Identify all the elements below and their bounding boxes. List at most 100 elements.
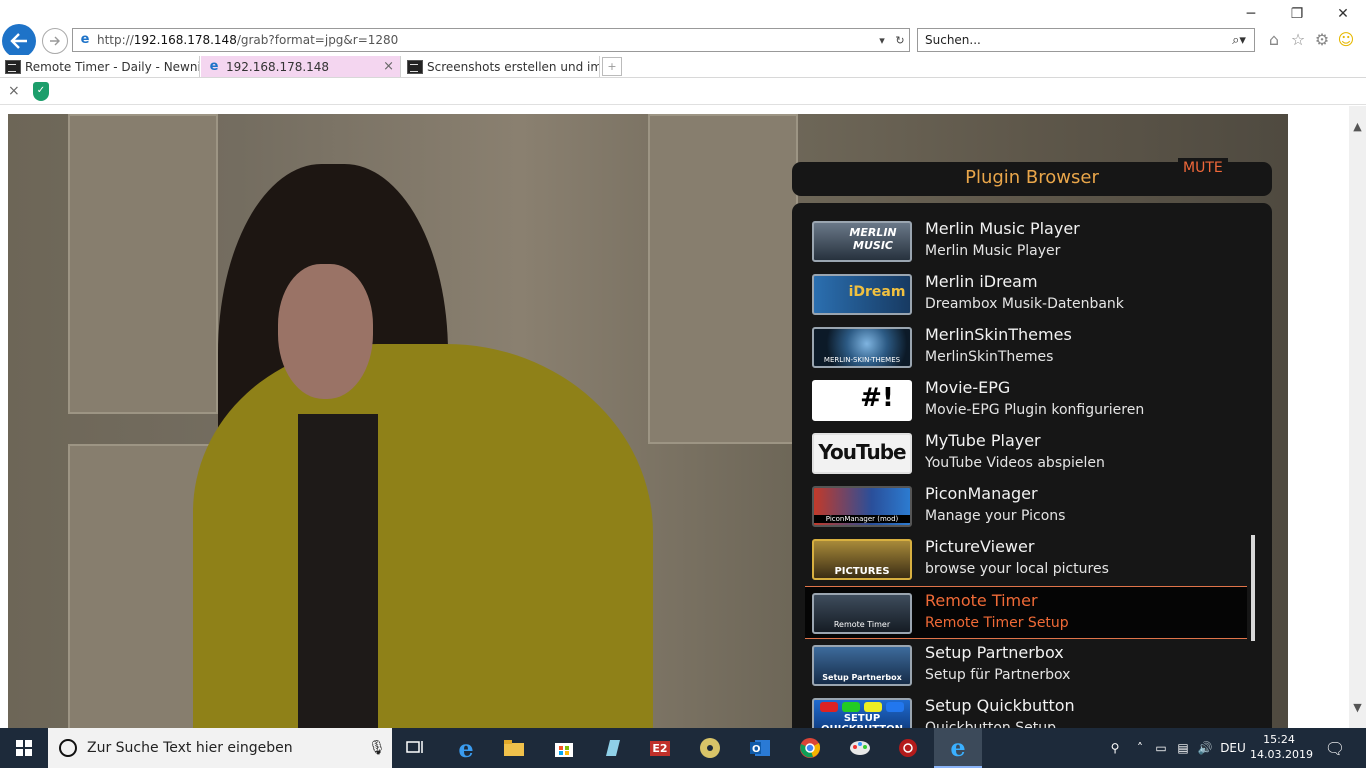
svg-text:O: O (752, 744, 761, 755)
edge-icon[interactable]: e (442, 728, 490, 768)
tab-bar: Remote Timer - Daily - Newni... e 192.16… (0, 55, 1366, 78)
refresh-icon[interactable]: ↻ (891, 34, 909, 47)
file-explorer-icon[interactable] (490, 728, 538, 768)
plugin-item-merlin-idream[interactable]: iDream Merlin iDream Dreambox Musik-Date… (805, 268, 1247, 321)
plugin-item-picon-manager[interactable]: PiconManager (mod) PiconManager Manage y… (805, 480, 1247, 533)
start-button[interactable] (0, 728, 48, 768)
battery-icon[interactable]: ▭ (1150, 741, 1172, 755)
tab-screenshots[interactable]: Screenshots erstellen und im B... (402, 56, 600, 77)
internet-explorer-taskbar-icon[interactable]: e (934, 728, 982, 768)
plugin-name: MerlinSkinThemes (925, 325, 1072, 344)
page-scrollbar[interactable]: ▲ ▼ (1349, 106, 1366, 728)
taskbar-search[interactable]: Zur Suche Text hier eingeben 🎙 (48, 728, 392, 768)
microphone-icon[interactable]: 🎙 (362, 740, 392, 756)
thumb-label: PiconManager (mod) (814, 515, 910, 523)
new-tab-button[interactable]: + (602, 57, 622, 76)
plugin-item-setup-partnerbox[interactable]: Setup Partnerbox Setup Partnerbox Setup … (805, 639, 1247, 692)
paint-icon[interactable] (836, 728, 884, 768)
plugin-name: Setup Quickbutton (925, 696, 1075, 715)
thumb-label: SETUP QUICKBUTTON (821, 713, 903, 728)
tab-title: Remote Timer - Daily - Newni... (25, 59, 199, 74)
thumb-label: #! (860, 383, 894, 413)
taskbar-search-input[interactable]: Zur Suche Text hier eingeben (87, 740, 362, 756)
forward-button[interactable] (42, 28, 68, 54)
tab-remote-timer[interactable]: Remote Timer - Daily - Newni... (0, 56, 200, 77)
plugin-browser-header: Plugin Browser MUTE (792, 158, 1272, 196)
clock-time: 15:24 (1263, 733, 1295, 746)
thumb-label: PICTURES (834, 566, 890, 577)
close-tab-icon[interactable]: × (383, 59, 394, 74)
thumb-label: MERLIN MUSIC (849, 226, 897, 252)
plugin-name: PiconManager (925, 484, 1038, 503)
clock[interactable]: 15:24 14.03.2019 (1250, 732, 1313, 762)
plugin-list-scrollbar[interactable] (1251, 535, 1255, 641)
plugin-desc: browse your local pictures (925, 561, 1109, 577)
thumb-label: YouTube (818, 440, 906, 464)
tv-icon (407, 59, 423, 74)
favorites-star-icon[interactable]: ☆ (1288, 28, 1308, 50)
arrow-left-icon (10, 33, 27, 49)
page-viewport: Plugin Browser MUTE MERLIN MUSIC Merlin … (0, 106, 1349, 728)
plugin-item-setup-quickbutton[interactable]: SETUP QUICKBUTTON Setup Quickbutton Quic… (805, 692, 1247, 728)
plugin-desc: Quickbutton Setup (925, 720, 1056, 728)
plugin-item-movie-epg[interactable]: #! Movie-EPG Movie-EPG Plugin konfigurie… (805, 374, 1247, 427)
door-panel (648, 114, 798, 444)
scroll-up-icon[interactable]: ▲ (1349, 120, 1366, 133)
search-input[interactable]: Suchen... (918, 33, 1224, 47)
plugin-name: Setup Partnerbox (925, 643, 1064, 662)
thumb-label: iDream (848, 284, 906, 300)
people-icon[interactable]: ⚲ (1100, 741, 1130, 755)
plugin-item-merlin-skin-themes[interactable]: MERLIN-SKIN-THEMES MerlinSkinThemes Merl… (805, 321, 1247, 374)
tab-title: 192.168.178.148 (226, 59, 330, 74)
green-key-icon (842, 702, 860, 712)
e2-dreambox-app-icon[interactable]: E2 (636, 728, 684, 768)
remote-timer-clock-icon: Remote Timer (812, 593, 912, 634)
partnerbox-receiver-icon: Setup Partnerbox (812, 645, 912, 686)
blue-key-icon (886, 702, 904, 712)
tab-active-192[interactable]: e 192.168.178.148 × (201, 56, 401, 77)
scroll-down-icon[interactable]: ▼ (1349, 701, 1366, 714)
snipping-tool-icon[interactable] (588, 728, 636, 768)
gear-icon[interactable]: ⚙ (1312, 28, 1332, 50)
plugin-desc: Manage your Picons (925, 508, 1066, 524)
pictures-camera-icon: PICTURES (812, 539, 912, 580)
task-view-icon[interactable] (392, 728, 440, 768)
shield-icon[interactable]: ✓ (33, 82, 49, 101)
address-bar[interactable]: e http://192.168.178.148/grab?format=jpg… (72, 28, 910, 52)
plugin-item-remote-timer[interactable]: Remote Timer Remote Timer Remote Timer S… (805, 586, 1247, 639)
red-app-icon[interactable] (884, 728, 932, 768)
close-bar-icon[interactable]: × (8, 83, 20, 99)
plugin-name: Movie-EPG (925, 378, 1011, 397)
url-path: /grab?format=jpg&r=1280 (236, 33, 399, 47)
plugin-item-merlin-music-player[interactable]: MERLIN MUSIC Merlin Music Player Merlin … (805, 215, 1247, 268)
tray-chevron-up-icon[interactable]: ˄ (1130, 741, 1150, 755)
merlin-music-thumb-icon: MERLIN MUSIC (812, 221, 912, 262)
plugin-desc: Dreambox Musik-Datenbank (925, 296, 1124, 312)
ie-page-icon: e (80, 32, 90, 47)
mute-indicator: MUTE (1178, 158, 1228, 178)
address-dropdown-icon[interactable]: ▾ (873, 34, 891, 47)
network-icon[interactable]: ▤ (1172, 741, 1194, 755)
search-icon[interactable]: ⌕▾ (1224, 33, 1254, 48)
feedback-smiley-icon[interactable]: ☺ (1336, 28, 1356, 50)
language-indicator[interactable]: DEU (1216, 741, 1250, 755)
plugin-item-mytube-player[interactable]: YouTube MyTube Player YouTube Videos abs… (805, 427, 1247, 480)
dvd-disc-icon[interactable] (686, 728, 734, 768)
plugin-name: MyTube Player (925, 431, 1041, 450)
address-url[interactable]: http://192.168.178.148/grab?format=jpg&r… (97, 33, 873, 47)
store-icon[interactable] (540, 728, 588, 768)
action-center-icon[interactable]: 🗨 (1320, 728, 1350, 768)
door-panel (68, 114, 218, 414)
plugin-desc: Remote Timer Setup (925, 615, 1069, 631)
plugin-item-picture-viewer[interactable]: PICTURES PictureViewer browse your local… (805, 533, 1247, 586)
search-box[interactable]: Suchen... ⌕▾ (917, 28, 1255, 52)
system-tray: ⚲ ˄ ▭ ▤ 🔊 DEU (1100, 728, 1250, 768)
url-scheme: http:// (97, 33, 134, 47)
plugin-desc: Setup für Partnerbox (925, 667, 1071, 683)
back-button[interactable] (2, 24, 36, 58)
home-icon[interactable]: ⌂ (1264, 28, 1284, 50)
chrome-icon[interactable] (786, 728, 834, 768)
outlook-icon[interactable]: O (736, 728, 784, 768)
volume-icon[interactable]: 🔊 (1194, 741, 1216, 755)
arrow-right-icon (50, 36, 60, 46)
